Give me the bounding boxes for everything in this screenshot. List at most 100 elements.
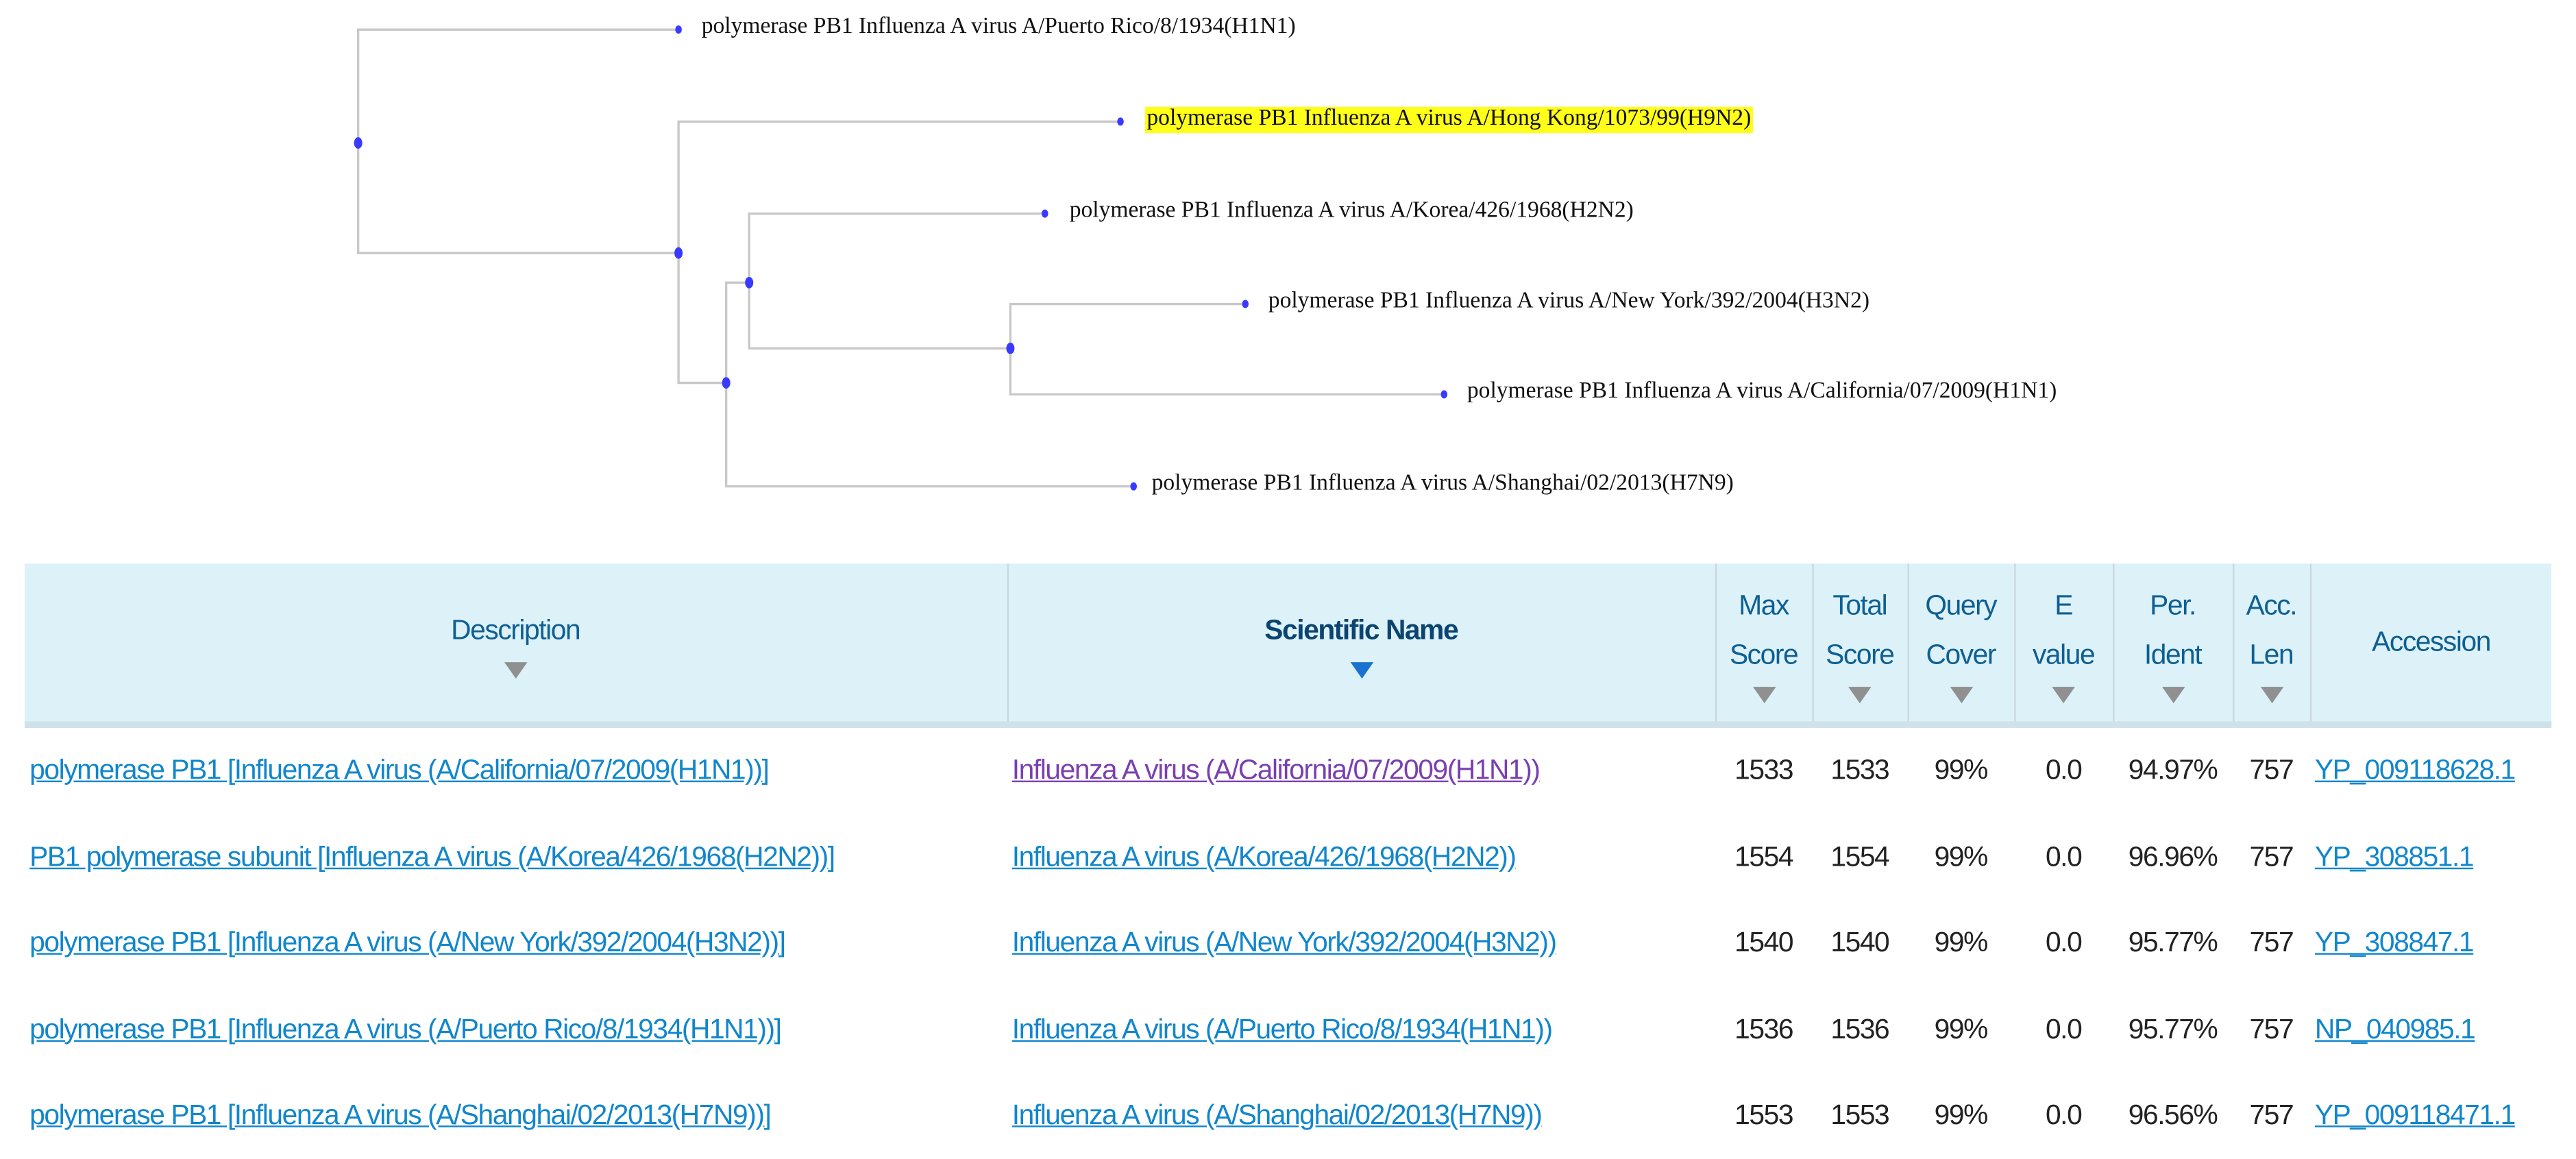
description-link[interactable]: polymerase PB1 [Influenza A virus (A/Pue… [29, 1014, 782, 1045]
table-row: polymerase PB1 [Influenza A virus (A/Cal… [25, 724, 2551, 814]
description-link[interactable]: polymerase PB1 [Influenza A virus (A/Sha… [29, 1099, 772, 1131]
max-score: 1553 [1734, 1099, 1793, 1132]
scientific-name-link[interactable]: Influenza A virus (A/California/07/2009(… [1012, 755, 1541, 786]
e-value: 0.0 [2045, 927, 2083, 959]
accession-link-cell: NP_040985.1 [2310, 987, 2551, 1073]
header-label: Ident [2144, 639, 2203, 671]
tree-leaf-label[interactable]: polymerase PB1 Influenza A virus A/Korea… [1070, 199, 1634, 225]
tree-node[interactable] [354, 137, 363, 149]
tree-leaf-label[interactable]: polymerase PB1 Influenza A virus A/New Y… [1268, 289, 1869, 315]
column-header-total-score[interactable]: Total Score [1811, 563, 1908, 729]
acc-len: 757 [2249, 927, 2294, 959]
total-score-cell: 1536 [1812, 987, 1907, 1073]
per-ident: 96.56% [2128, 1099, 2218, 1132]
total-score-cell: 1553 [1812, 1073, 1907, 1159]
accession-link[interactable]: YP_308847.1 [2315, 927, 2475, 959]
acc-len-cell: 757 [2233, 1073, 2310, 1159]
sort-arrow-icon[interactable] [1752, 687, 1776, 704]
scientific-name-link[interactable]: Influenza A virus (A/Shanghai/02/2013(H7… [1012, 1099, 1543, 1131]
tree-branches [354, 25, 1448, 491]
column-header-description[interactable]: Description [24, 563, 1007, 729]
e-value: 0.0 [2045, 755, 2083, 786]
e-value-cell: 0.0 [2014, 724, 2113, 814]
tree-leaf-node[interactable] [1440, 390, 1448, 399]
column-header-e-value[interactable]: Evalue [2013, 563, 2113, 729]
per-ident: 96.96% [2128, 840, 2218, 873]
tree-leaf-label-query[interactable]: polymerase PB1 Influenza A virus A/Hong … [1144, 106, 1753, 134]
e-value-cell: 0.0 [2014, 814, 2113, 901]
column-header-query-cover[interactable]: Query Cover [1906, 563, 2015, 729]
sort-arrow-icon[interactable] [2259, 687, 2283, 704]
sort-arrow-icon[interactable] [1848, 687, 1872, 704]
column-header-max-score[interactable]: Max Score [1714, 563, 1813, 729]
total-score: 1533 [1830, 755, 1889, 786]
column-header-acc-len[interactable]: Acc. Len [2231, 563, 2310, 729]
scientific-name-link[interactable]: Influenza A virus (A/Korea/426/1968(H2N2… [1012, 841, 1517, 873]
tree-leaf-node[interactable] [675, 25, 682, 34]
tree-leaf-label[interactable]: polymerase PB1 Influenza A virus A/Puert… [702, 15, 1296, 41]
table-row: polymerase PB1 [Influenza A virus (A/Pue… [25, 987, 2551, 1073]
sort-arrow-icon[interactable] [1949, 687, 1973, 704]
e-value-cell: 0.0 [2014, 1073, 2113, 1159]
accession-link[interactable]: NP_040985.1 [2315, 1014, 2476, 1045]
acc-len: 757 [2249, 1099, 2294, 1132]
scientific-name-link[interactable]: Influenza A virus (A/New York/392/2004(H… [1012, 927, 1557, 959]
scientific-name-link[interactable]: Influenza A virus (A/Puerto Rico/8/1934(… [1012, 1014, 1553, 1045]
tree-leaf-label[interactable]: polymerase PB1 Influenza A virus A/Shang… [1152, 472, 1734, 498]
tree-node[interactable] [674, 247, 683, 259]
total-score: 1553 [1830, 1099, 1889, 1132]
per-ident: 95.77% [2128, 1013, 2218, 1045]
scientific-name-link-cell: Influenza A virus (A/California/07/2009(… [1007, 724, 1715, 814]
query-cover: 99% [1934, 755, 1989, 786]
acc-len: 757 [2249, 1013, 2294, 1045]
header-label: Scientific Name [1264, 614, 1458, 646]
column-header-accession[interactable]: Accession [2309, 563, 2552, 729]
tree-leaf-node[interactable] [1117, 117, 1124, 126]
max-score-cell: 1540 [1715, 901, 1812, 987]
tree-leaf-node[interactable] [1242, 300, 1249, 308]
description-link-cell: polymerase PB1 [Influenza A virus (A/Sha… [25, 1073, 1007, 1159]
per-ident-cell: 95.77% [2113, 901, 2233, 987]
tree-leaf-node[interactable] [1041, 209, 1048, 218]
header-label: Total [1832, 589, 1887, 622]
accession-link-cell: YP_009118628.1 [2310, 724, 2551, 814]
max-score: 1554 [1734, 840, 1793, 873]
column-header-per-ident[interactable]: Per. Ident [2111, 563, 2233, 729]
tree-leaf-label[interactable]: polymerase PB1 Influenza A virus A/Calif… [1467, 380, 2057, 406]
sort-arrow-icon[interactable] [1349, 662, 1373, 679]
tree-node[interactable] [722, 377, 731, 389]
per-ident: 94.97% [2128, 755, 2218, 786]
description-link[interactable]: polymerase PB1 [Influenza A virus (A/Cal… [29, 755, 770, 786]
max-score: 1536 [1734, 1013, 1793, 1045]
accession-link[interactable]: YP_009118628.1 [2315, 755, 2516, 786]
header-label: Acc. [2246, 589, 2298, 622]
total-score-cell: 1533 [1812, 724, 1907, 814]
table-row: PB1 polymerase subunit [Influenza A viru… [25, 814, 2551, 901]
tree-node[interactable] [1006, 342, 1015, 354]
table-header-row: Description Scientific Name Max Score Tot… [24, 563, 2552, 729]
query-cover: 99% [1934, 1099, 1989, 1132]
query-cover-cell: 99% [1907, 814, 2014, 901]
description-link[interactable]: PB1 polymerase subunit [Influenza A viru… [29, 841, 835, 873]
table-row: polymerase PB1 [Influenza A virus (A/Sha… [25, 1073, 2551, 1159]
description-link[interactable]: polymerase PB1 [Influenza A virus (A/New… [29, 927, 786, 959]
tree-leaf-node[interactable] [1130, 482, 1138, 491]
total-score: 1540 [1830, 927, 1889, 959]
accession-link[interactable]: YP_009118471.1 [2315, 1099, 2516, 1131]
sort-arrow-icon[interactable] [2052, 687, 2075, 704]
acc-len-cell: 757 [2233, 987, 2310, 1073]
scientific-name-link-cell: Influenza A virus (A/Shanghai/02/2013(H7… [1007, 1073, 1715, 1159]
sort-arrow-icon[interactable] [504, 662, 527, 679]
header-label: Score [1729, 639, 1799, 671]
header-label: Query [1925, 589, 1997, 622]
header-label: Per. [2150, 589, 2196, 622]
query-cover: 99% [1934, 1013, 1989, 1045]
acc-len: 757 [2249, 840, 2294, 873]
header-label: Cover [1926, 639, 1997, 671]
e-value-cell: 0.0 [2014, 987, 2113, 1073]
accession-link[interactable]: YP_308851.1 [2315, 841, 2475, 873]
column-header-scientific-name[interactable]: Scientific Name [1006, 563, 1715, 729]
tree-node[interactable] [745, 276, 754, 289]
description-link-cell: polymerase PB1 [Influenza A virus (A/Pue… [25, 987, 1007, 1073]
sort-arrow-icon[interactable] [2161, 687, 2185, 704]
